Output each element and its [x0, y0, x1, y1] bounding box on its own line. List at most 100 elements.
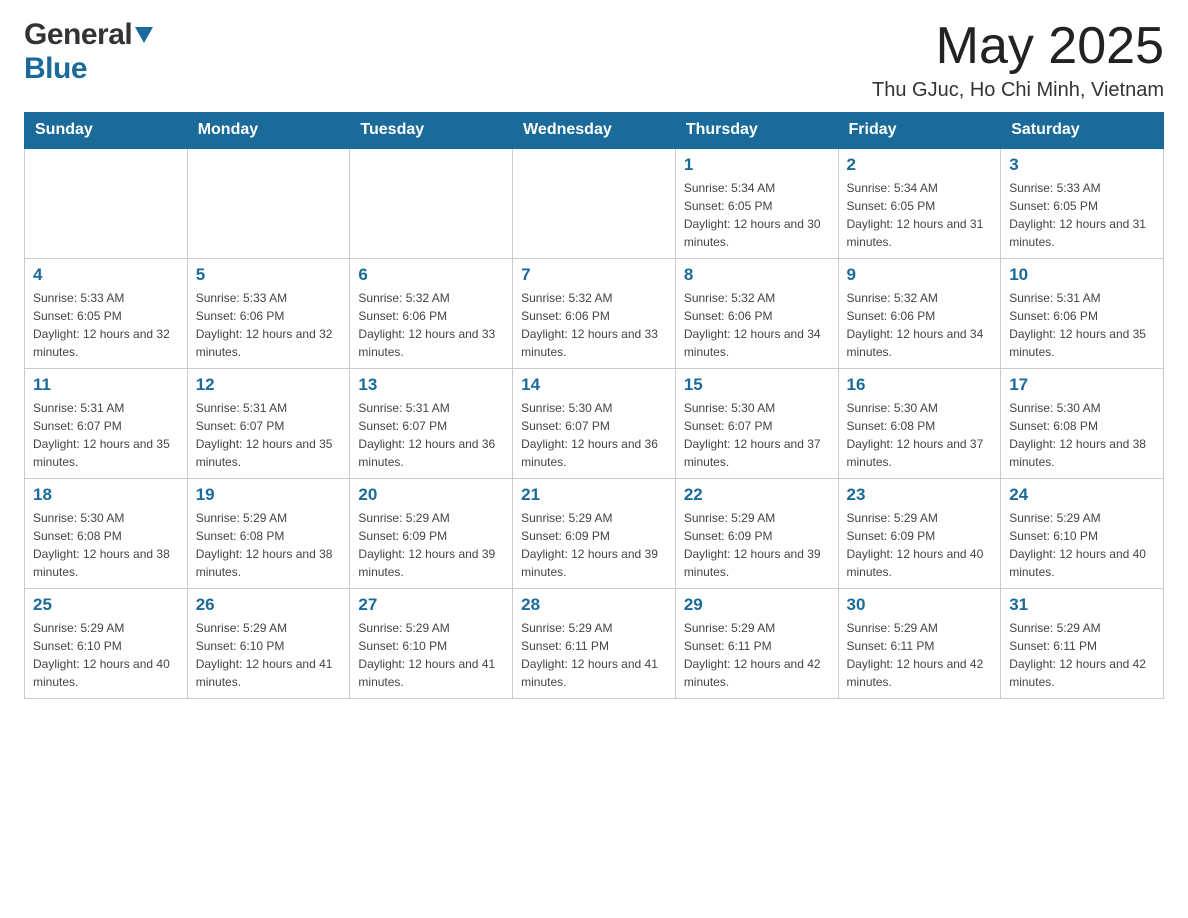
- col-friday: Friday: [838, 113, 1001, 149]
- table-row: 12 Sunrise: 5:31 AMSunset: 6:07 PMDayligh…: [187, 368, 350, 478]
- day-number: 24: [1009, 485, 1155, 505]
- table-row: 30 Sunrise: 5:29 AMSunset: 6:11 PMDayligh…: [838, 588, 1001, 698]
- table-row: 26 Sunrise: 5:29 AMSunset: 6:10 PMDayligh…: [187, 588, 350, 698]
- day-info: Sunrise: 5:31 AMSunset: 6:06 PMDaylight:…: [1009, 289, 1155, 361]
- day-info: Sunrise: 5:29 AMSunset: 6:11 PMDaylight:…: [1009, 619, 1155, 691]
- logo-general-text: General: [24, 18, 132, 52]
- day-info: Sunrise: 5:31 AMSunset: 6:07 PMDaylight:…: [196, 399, 342, 471]
- day-number: 28: [521, 595, 667, 615]
- table-row: [25, 148, 188, 258]
- day-info: Sunrise: 5:31 AMSunset: 6:07 PMDaylight:…: [33, 399, 179, 471]
- day-number: 23: [847, 485, 993, 505]
- day-number: 20: [358, 485, 504, 505]
- day-number: 3: [1009, 155, 1155, 175]
- day-info: Sunrise: 5:29 AMSunset: 6:09 PMDaylight:…: [358, 509, 504, 581]
- col-monday: Monday: [187, 113, 350, 149]
- month-title: May 2025: [872, 18, 1164, 75]
- day-info: Sunrise: 5:34 AMSunset: 6:05 PMDaylight:…: [684, 179, 830, 251]
- day-info: Sunrise: 5:33 AMSunset: 6:06 PMDaylight:…: [196, 289, 342, 361]
- table-row: 18 Sunrise: 5:30 AMSunset: 6:08 PMDayligh…: [25, 478, 188, 588]
- calendar-body: 1 Sunrise: 5:34 AMSunset: 6:05 PMDaylight…: [25, 148, 1164, 698]
- day-number: 11: [33, 375, 179, 395]
- logo-triangle-icon: [135, 27, 153, 48]
- day-number: 14: [521, 375, 667, 395]
- day-number: 5: [196, 265, 342, 285]
- day-number: 13: [358, 375, 504, 395]
- page-header: General Blue May 2025 Thu GJuc, Ho Chi M…: [0, 0, 1188, 112]
- table-row: 9 Sunrise: 5:32 AMSunset: 6:06 PMDaylight…: [838, 258, 1001, 368]
- day-number: 8: [684, 265, 830, 285]
- table-row: [187, 148, 350, 258]
- table-row: 8 Sunrise: 5:32 AMSunset: 6:06 PMDaylight…: [675, 258, 838, 368]
- table-row: 13Sunrise: 5:31 AMSunset: 6:07 PMDayligh…: [350, 368, 513, 478]
- day-number: 16: [847, 375, 993, 395]
- table-row: 19 Sunrise: 5:29 AMSunset: 6:08 PMDayligh…: [187, 478, 350, 588]
- table-row: 17 Sunrise: 5:30 AMSunset: 6:08 PMDayligh…: [1001, 368, 1164, 478]
- table-row: 23 Sunrise: 5:29 AMSunset: 6:09 PMDayligh…: [838, 478, 1001, 588]
- day-number: 25: [33, 595, 179, 615]
- day-info: Sunrise: 5:30 AMSunset: 6:08 PMDaylight:…: [1009, 399, 1155, 471]
- logo-blue-text: Blue: [24, 52, 87, 85]
- day-number: 30: [847, 595, 993, 615]
- table-row: 31Sunrise: 5:29 AMSunset: 6:11 PMDayligh…: [1001, 588, 1164, 698]
- calendar-table: Sunday Monday Tuesday Wednesday Thursday…: [24, 112, 1164, 699]
- col-sunday: Sunday: [25, 113, 188, 149]
- table-row: 14 Sunrise: 5:30 AMSunset: 6:07 PMDayligh…: [513, 368, 676, 478]
- day-info: Sunrise: 5:29 AMSunset: 6:10 PMDaylight:…: [196, 619, 342, 691]
- day-number: 9: [847, 265, 993, 285]
- table-row: 2 Sunrise: 5:34 AMSunset: 6:05 PMDaylight…: [838, 148, 1001, 258]
- day-number: 2: [847, 155, 993, 175]
- table-row: 3 Sunrise: 5:33 AMSunset: 6:05 PMDaylight…: [1001, 148, 1164, 258]
- day-info: Sunrise: 5:29 AMSunset: 6:08 PMDaylight:…: [196, 509, 342, 581]
- day-info: Sunrise: 5:34 AMSunset: 6:05 PMDaylight:…: [847, 179, 993, 251]
- day-info: Sunrise: 5:32 AMSunset: 6:06 PMDaylight:…: [684, 289, 830, 361]
- day-info: Sunrise: 5:32 AMSunset: 6:06 PMDaylight:…: [521, 289, 667, 361]
- table-row: 7 Sunrise: 5:32 AMSunset: 6:06 PMDaylight…: [513, 258, 676, 368]
- day-number: 26: [196, 595, 342, 615]
- table-row: 24 Sunrise: 5:29 AMSunset: 6:10 PMDayligh…: [1001, 478, 1164, 588]
- day-info: Sunrise: 5:29 AMSunset: 6:09 PMDaylight:…: [684, 509, 830, 581]
- day-number: 19: [196, 485, 342, 505]
- col-thursday: Thursday: [675, 113, 838, 149]
- day-number: 10: [1009, 265, 1155, 285]
- day-info: Sunrise: 5:29 AMSunset: 6:09 PMDaylight:…: [521, 509, 667, 581]
- table-row: 16 Sunrise: 5:30 AMSunset: 6:08 PMDayligh…: [838, 368, 1001, 478]
- table-row: 5 Sunrise: 5:33 AMSunset: 6:06 PMDaylight…: [187, 258, 350, 368]
- day-info: Sunrise: 5:30 AMSunset: 6:07 PMDaylight:…: [684, 399, 830, 471]
- table-row: 21Sunrise: 5:29 AMSunset: 6:09 PMDayligh…: [513, 478, 676, 588]
- table-row: 1 Sunrise: 5:34 AMSunset: 6:05 PMDaylight…: [675, 148, 838, 258]
- calendar: Sunday Monday Tuesday Wednesday Thursday…: [0, 112, 1188, 723]
- table-row: 4Sunrise: 5:33 AMSunset: 6:05 PMDaylight…: [25, 258, 188, 368]
- day-number: 1: [684, 155, 830, 175]
- day-info: Sunrise: 5:30 AMSunset: 6:08 PMDaylight:…: [847, 399, 993, 471]
- day-info: Sunrise: 5:32 AMSunset: 6:06 PMDaylight:…: [847, 289, 993, 361]
- day-number: 7: [521, 265, 667, 285]
- table-row: 15 Sunrise: 5:30 AMSunset: 6:07 PMDayligh…: [675, 368, 838, 478]
- day-info: Sunrise: 5:29 AMSunset: 6:10 PMDaylight:…: [1009, 509, 1155, 581]
- table-row: 6Sunrise: 5:32 AMSunset: 6:06 PMDaylight…: [350, 258, 513, 368]
- table-row: 20 Sunrise: 5:29 AMSunset: 6:09 PMDayligh…: [350, 478, 513, 588]
- day-number: 12: [196, 375, 342, 395]
- day-info: Sunrise: 5:32 AMSunset: 6:06 PMDaylight:…: [358, 289, 504, 361]
- day-number: 17: [1009, 375, 1155, 395]
- table-row: [513, 148, 676, 258]
- day-info: Sunrise: 5:33 AMSunset: 6:05 PMDaylight:…: [33, 289, 179, 361]
- day-number: 29: [684, 595, 830, 615]
- table-row: 25 Sunrise: 5:29 AMSunset: 6:10 PMDayligh…: [25, 588, 188, 698]
- day-info: Sunrise: 5:33 AMSunset: 6:05 PMDaylight:…: [1009, 179, 1155, 251]
- table-row: [350, 148, 513, 258]
- table-row: 29Sunrise: 5:29 AMSunset: 6:11 PMDayligh…: [675, 588, 838, 698]
- day-info: Sunrise: 5:30 AMSunset: 6:08 PMDaylight:…: [33, 509, 179, 581]
- table-row: 11 Sunrise: 5:31 AMSunset: 6:07 PMDayligh…: [25, 368, 188, 478]
- day-number: 18: [33, 485, 179, 505]
- day-info: Sunrise: 5:29 AMSunset: 6:09 PMDaylight:…: [847, 509, 993, 581]
- day-info: Sunrise: 5:29 AMSunset: 6:11 PMDaylight:…: [847, 619, 993, 691]
- day-info: Sunrise: 5:30 AMSunset: 6:07 PMDaylight:…: [521, 399, 667, 471]
- title-area: May 2025 Thu GJuc, Ho Chi Minh, Vietnam: [872, 18, 1164, 102]
- day-number: 22: [684, 485, 830, 505]
- day-number: 15: [684, 375, 830, 395]
- col-wednesday: Wednesday: [513, 113, 676, 149]
- table-row: 22 Sunrise: 5:29 AMSunset: 6:09 PMDayligh…: [675, 478, 838, 588]
- location-title: Thu GJuc, Ho Chi Minh, Vietnam: [872, 79, 1164, 102]
- day-info: Sunrise: 5:29 AMSunset: 6:10 PMDaylight:…: [33, 619, 179, 691]
